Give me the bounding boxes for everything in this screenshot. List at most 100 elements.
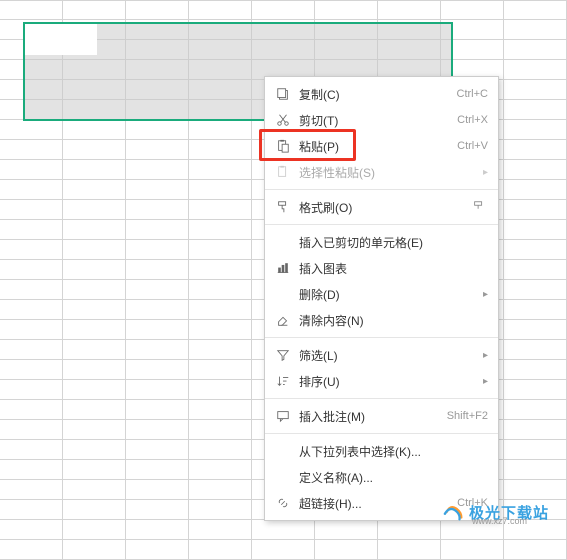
grid-cell[interactable] — [63, 320, 126, 340]
menu-cut[interactable]: 剪切(T) Ctrl+X — [265, 107, 498, 133]
grid-cell[interactable] — [126, 200, 189, 220]
grid-cell[interactable] — [504, 340, 567, 360]
grid-cell[interactable] — [0, 120, 63, 140]
grid-cell[interactable] — [504, 160, 567, 180]
grid-cell[interactable] — [126, 300, 189, 320]
grid-cell[interactable] — [126, 340, 189, 360]
grid-cell[interactable] — [126, 140, 189, 160]
grid-cell[interactable] — [63, 500, 126, 520]
grid-cell[interactable] — [504, 240, 567, 260]
grid-cell[interactable] — [126, 400, 189, 420]
menu-filter[interactable]: 筛选(L) ▸ — [265, 342, 498, 368]
menu-sort[interactable]: 排序(U) ▸ — [265, 368, 498, 394]
grid-cell[interactable] — [0, 320, 63, 340]
grid-cell[interactable] — [504, 140, 567, 160]
grid-cell[interactable] — [63, 520, 126, 540]
grid-cell[interactable] — [0, 520, 63, 540]
grid-cell[interactable] — [63, 480, 126, 500]
grid-cell[interactable] — [0, 360, 63, 380]
grid-cell[interactable] — [63, 260, 126, 280]
grid-cell[interactable] — [504, 420, 567, 440]
grid-cell[interactable] — [189, 220, 252, 240]
menu-copy[interactable]: 复制(C) Ctrl+C — [265, 81, 498, 107]
grid-cell[interactable] — [504, 540, 567, 560]
grid-cell[interactable] — [189, 260, 252, 280]
menu-insert-chart[interactable]: 插入图表 — [265, 255, 498, 281]
grid-cell[interactable] — [378, 520, 441, 540]
menu-insert-cut-cells[interactable]: 插入已剪切的单元格(E) — [265, 229, 498, 255]
grid-cell[interactable] — [441, 540, 504, 560]
grid-cell[interactable] — [0, 440, 63, 460]
grid-cell[interactable] — [315, 520, 378, 540]
grid-cell[interactable] — [189, 200, 252, 220]
menu-delete[interactable]: 删除(D) ▸ — [265, 281, 498, 307]
grid-cell[interactable] — [189, 300, 252, 320]
grid-cell[interactable] — [63, 0, 126, 20]
grid-cell[interactable] — [189, 240, 252, 260]
grid-cell[interactable] — [126, 420, 189, 440]
grid-cell[interactable] — [63, 160, 126, 180]
grid-cell[interactable] — [189, 540, 252, 560]
grid-cell[interactable] — [504, 380, 567, 400]
grid-cell[interactable] — [0, 540, 63, 560]
grid-cell[interactable] — [0, 460, 63, 480]
grid-cell[interactable] — [315, 540, 378, 560]
grid-cell[interactable] — [189, 460, 252, 480]
grid-cell[interactable] — [63, 360, 126, 380]
grid-cell[interactable] — [189, 360, 252, 380]
grid-cell[interactable] — [504, 480, 567, 500]
grid-cell[interactable] — [126, 220, 189, 240]
grid-cell[interactable] — [504, 280, 567, 300]
grid-cell[interactable] — [189, 480, 252, 500]
grid-cell[interactable] — [252, 0, 315, 20]
grid-cell[interactable] — [441, 0, 504, 20]
grid-cell[interactable] — [0, 420, 63, 440]
grid-cell[interactable] — [189, 340, 252, 360]
grid-cell[interactable] — [126, 240, 189, 260]
grid-cell[interactable] — [504, 80, 567, 100]
grid-cell[interactable] — [126, 180, 189, 200]
grid-cell[interactable] — [126, 360, 189, 380]
grid-cell[interactable] — [378, 540, 441, 560]
grid-cell[interactable] — [378, 0, 441, 20]
menu-define-name[interactable]: 定义名称(A)... — [265, 464, 498, 490]
grid-cell[interactable] — [189, 280, 252, 300]
grid-cell[interactable] — [126, 0, 189, 20]
grid-cell[interactable] — [0, 140, 63, 160]
menu-pick-from-list[interactable]: 从下拉列表中选择(K)... — [265, 438, 498, 464]
grid-cell[interactable] — [504, 20, 567, 40]
grid-cell[interactable] — [63, 420, 126, 440]
grid-cell[interactable] — [63, 280, 126, 300]
grid-cell[interactable] — [126, 260, 189, 280]
grid-cell[interactable] — [63, 180, 126, 200]
grid-cell[interactable] — [63, 140, 126, 160]
grid-cell[interactable] — [189, 380, 252, 400]
grid-cell[interactable] — [189, 180, 252, 200]
grid-cell[interactable] — [63, 220, 126, 240]
grid-cell[interactable] — [504, 60, 567, 80]
grid-cell[interactable] — [0, 240, 63, 260]
grid-cell[interactable] — [504, 300, 567, 320]
grid-cell[interactable] — [504, 220, 567, 240]
grid-cell[interactable] — [504, 0, 567, 20]
grid-cell[interactable] — [189, 320, 252, 340]
grid-cell[interactable] — [189, 520, 252, 540]
grid-cell[interactable] — [126, 500, 189, 520]
grid-cell[interactable] — [504, 100, 567, 120]
grid-cell[interactable] — [189, 120, 252, 140]
grid-cell[interactable] — [0, 260, 63, 280]
grid-cell[interactable] — [504, 400, 567, 420]
grid-cell[interactable] — [63, 340, 126, 360]
grid-cell[interactable] — [0, 500, 63, 520]
grid-cell[interactable] — [0, 400, 63, 420]
grid-cell[interactable] — [0, 200, 63, 220]
grid-cell[interactable] — [189, 140, 252, 160]
grid-cell[interactable] — [0, 380, 63, 400]
grid-cell[interactable] — [504, 260, 567, 280]
grid-cell[interactable] — [0, 160, 63, 180]
grid-cell[interactable] — [126, 460, 189, 480]
menu-format-painter[interactable]: 格式刷(O) — [265, 194, 498, 220]
grid-cell[interactable] — [63, 380, 126, 400]
grid-cell[interactable] — [0, 280, 63, 300]
grid-cell[interactable] — [252, 540, 315, 560]
